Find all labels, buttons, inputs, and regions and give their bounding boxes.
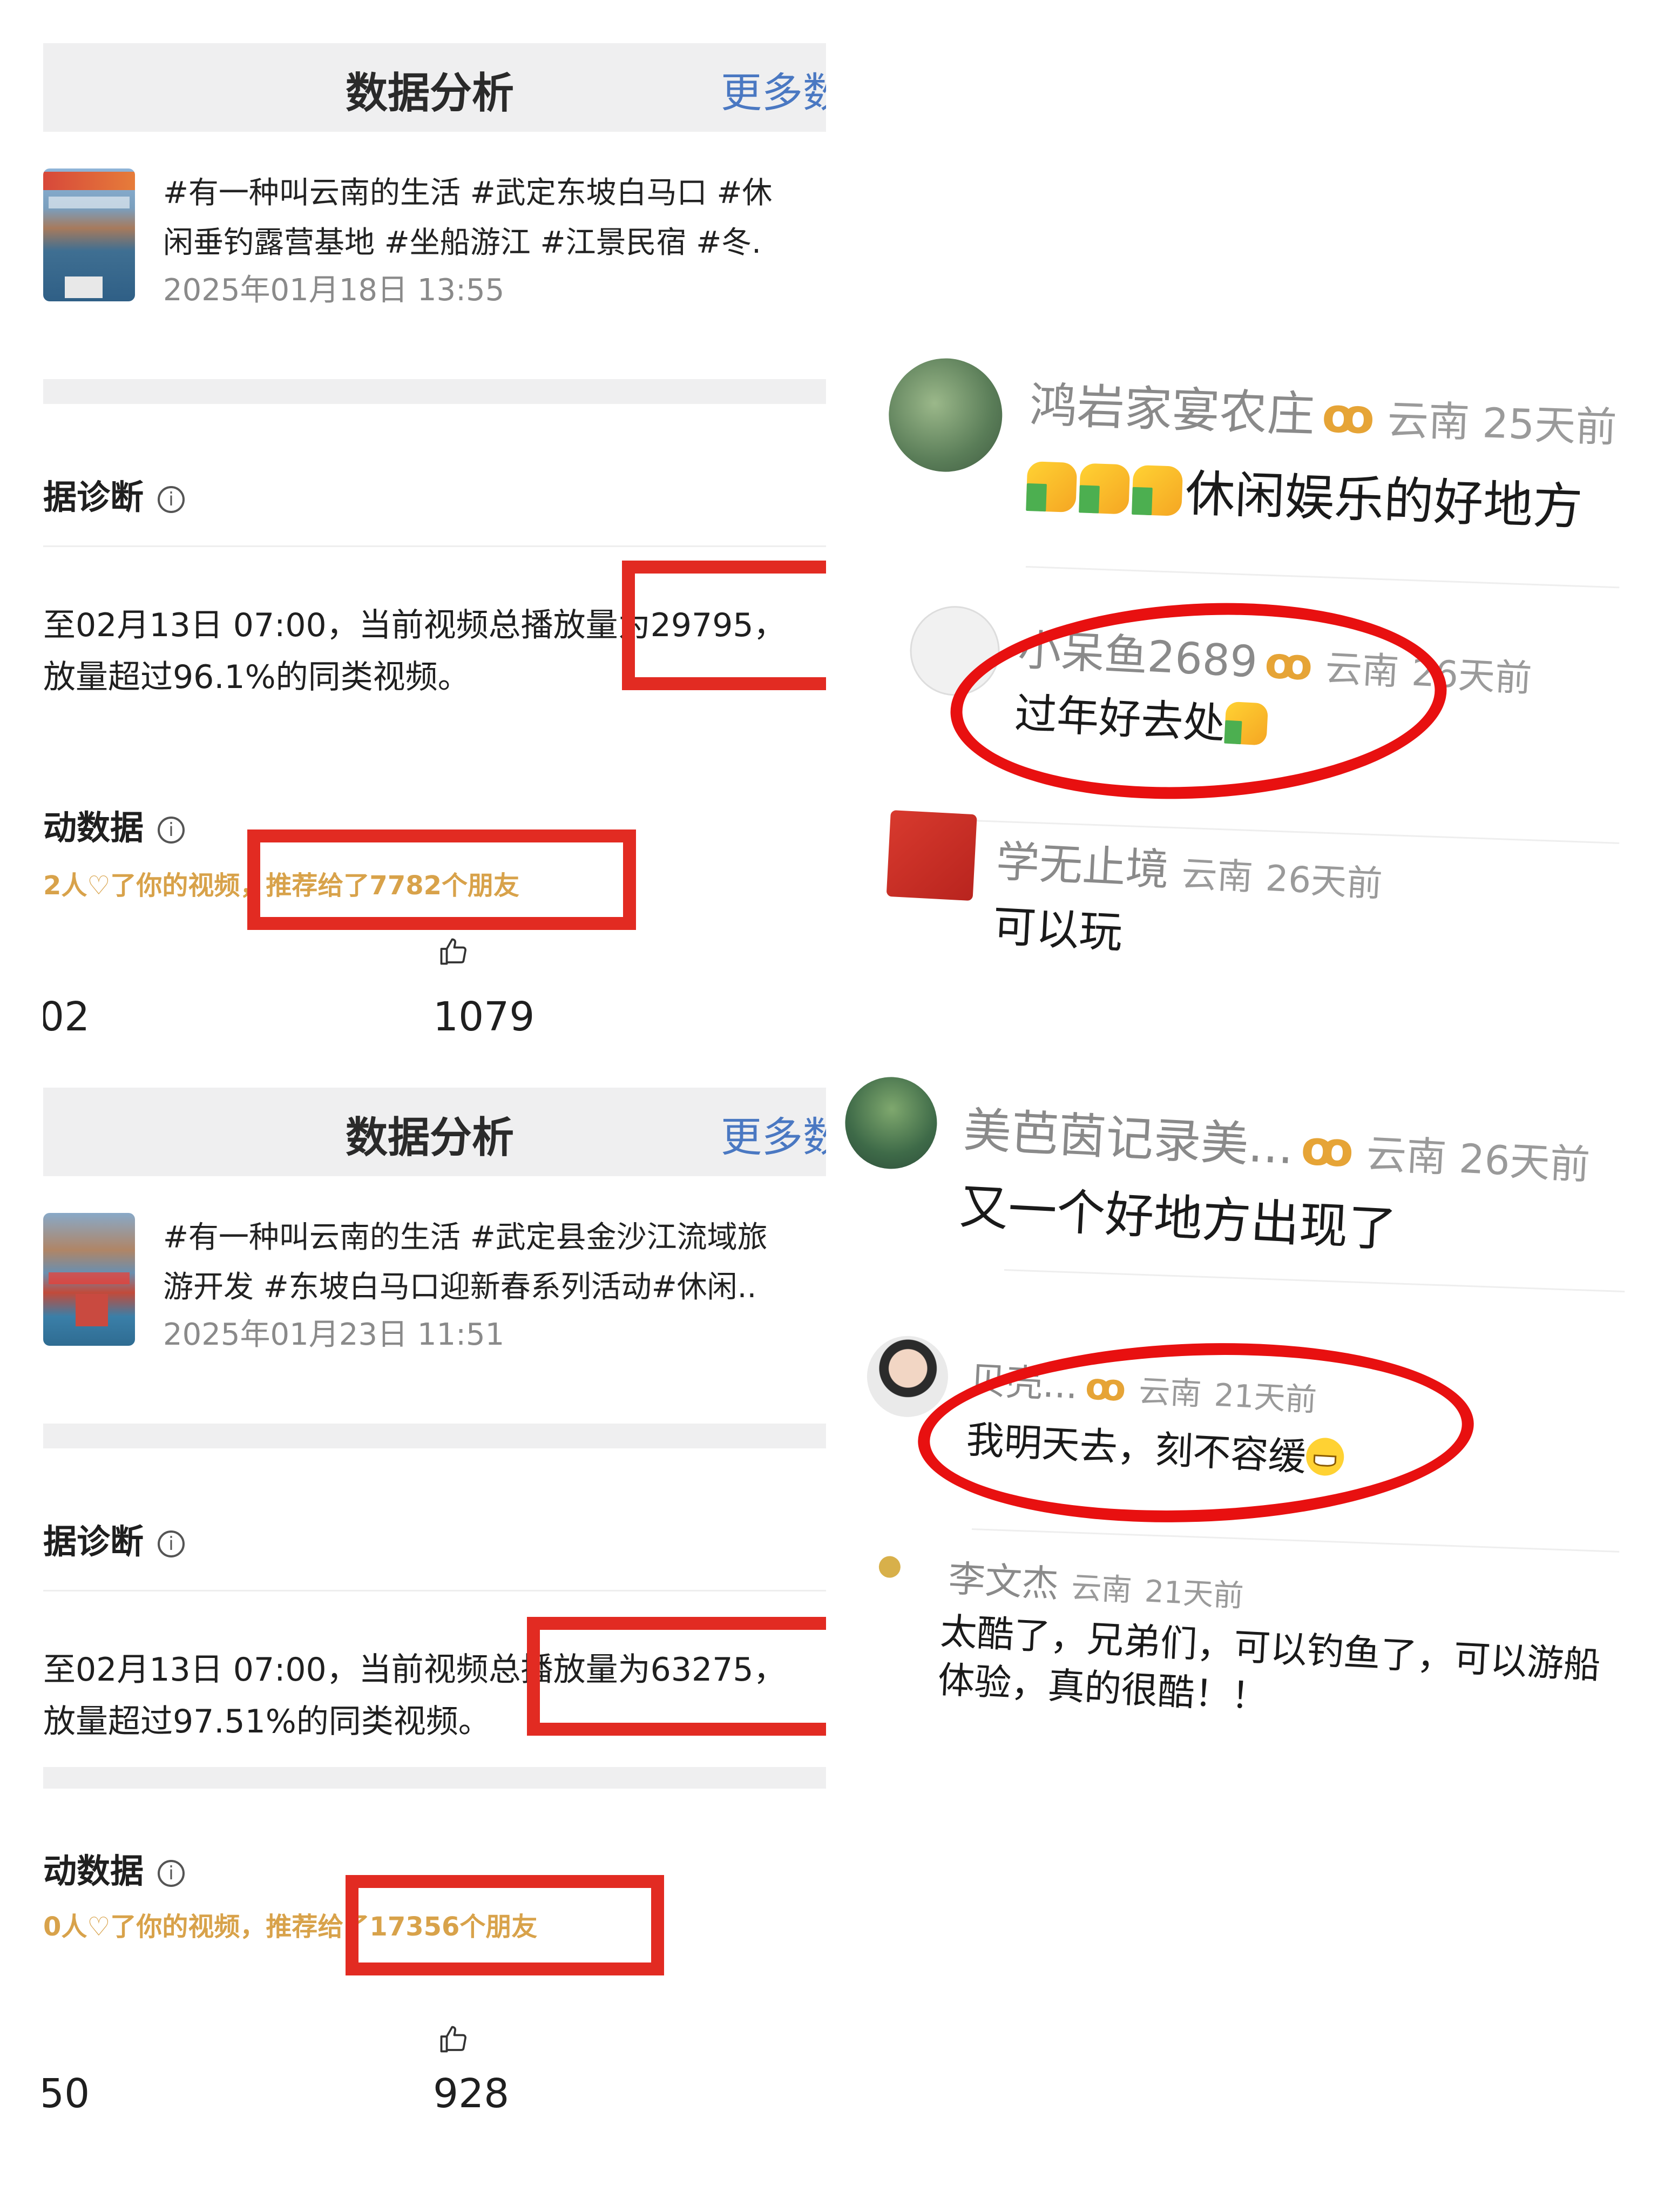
comment-username[interactable]: 李文杰 云南 21天前 (948, 1548, 1246, 1617)
comment-text: 休闲娱乐的好地方 (1026, 448, 1584, 539)
interaction-heading: 动数据 i (43, 800, 185, 849)
divider (1025, 566, 1620, 589)
interaction-heading: 动数据 i (43, 1844, 185, 1892)
info-icon[interactable]: i (158, 1859, 185, 1887)
section-divider (43, 1767, 826, 1789)
avatar[interactable] (887, 356, 1004, 474)
video-thumbnail[interactable] (43, 168, 135, 301)
highlight-box (527, 1617, 826, 1736)
comment-username[interactable]: 鸿岩家宴农庄 ꝏ 云南 25天前 (1029, 367, 1618, 456)
divider (971, 1528, 1620, 1553)
comment-text: 又一个好地方出现了 (958, 1178, 1398, 1258)
video-title[interactable]: #有一种叫云南的生活 #武定东坡白马口 #休 闲垂钓露营基地 #坐船游江 #江景… (163, 168, 826, 268)
diagnosis-heading: 据诊断 i (43, 1514, 185, 1563)
divider (43, 1590, 826, 1591)
info-icon[interactable]: i (158, 485, 185, 513)
info-icon[interactable]: i (158, 1530, 185, 1557)
comment-text: 可以玩 (991, 901, 1124, 958)
comment-text: 太酷了，兄弟们，可以钓鱼了，可以游船 体验，真的很酷！！ (936, 1610, 1602, 1719)
highlight-box (346, 1875, 664, 1975)
likes-count: 1079 (433, 994, 535, 1040)
thumbs-up-emoji (1026, 461, 1078, 513)
panel-header: 数据分析 更多数 (43, 43, 826, 132)
more-data-link[interactable]: 更多数 (721, 1104, 826, 1163)
badge-icon: ꝏ (1321, 387, 1376, 445)
page-title: 数据分析 (346, 1114, 515, 1162)
section-divider (43, 1424, 826, 1448)
video-title[interactable]: #有一种叫云南的生活 #武定县金沙江流域旅 游开发 #东坡白马口迎新春系列活动#… (163, 1213, 826, 1312)
likes-count: 928 (433, 2071, 510, 2117)
divider (1004, 1269, 1625, 1293)
avatar[interactable] (886, 810, 977, 901)
stat-value: 50 (43, 2071, 90, 2117)
stat-value: 02 (43, 994, 90, 1040)
thumbs-up-emoji (1132, 464, 1183, 516)
analytics-panel-1: 数据分析 更多数 #有一种叫云南的生活 #武定东坡白马口 #休 闲垂钓露营基地 … (43, 43, 826, 1085)
avatar[interactable] (843, 1075, 939, 1171)
badge-icon: ꝏ (1300, 1120, 1355, 1178)
page-title: 数据分析 (346, 69, 515, 118)
panel-header: 数据分析 更多数 (43, 1088, 826, 1176)
highlight-box (247, 830, 636, 930)
divider (43, 545, 826, 547)
video-thumbnail[interactable] (43, 1213, 135, 1346)
highlight-box (622, 561, 826, 690)
more-data-link[interactable]: 更多数 (721, 59, 826, 119)
thumbs-up-icon (440, 2026, 466, 2053)
thumbs-up-emoji (1079, 463, 1131, 515)
info-icon[interactable]: i (158, 816, 185, 844)
video-date: 2025年01月18日 13:55 (163, 273, 505, 308)
section-divider (43, 379, 826, 404)
video-date: 2025年01月23日 11:51 (163, 1317, 505, 1352)
avatar[interactable] (865, 1334, 950, 1419)
thumbs-up-icon (440, 938, 466, 965)
diagnosis-heading: 据诊断 i (43, 470, 185, 518)
avatar[interactable] (878, 1555, 901, 1579)
analytics-panel-2: 数据分析 更多数 #有一种叫云南的生活 #武定县金沙江流域旅 游开发 #东坡白马… (43, 1088, 826, 2130)
